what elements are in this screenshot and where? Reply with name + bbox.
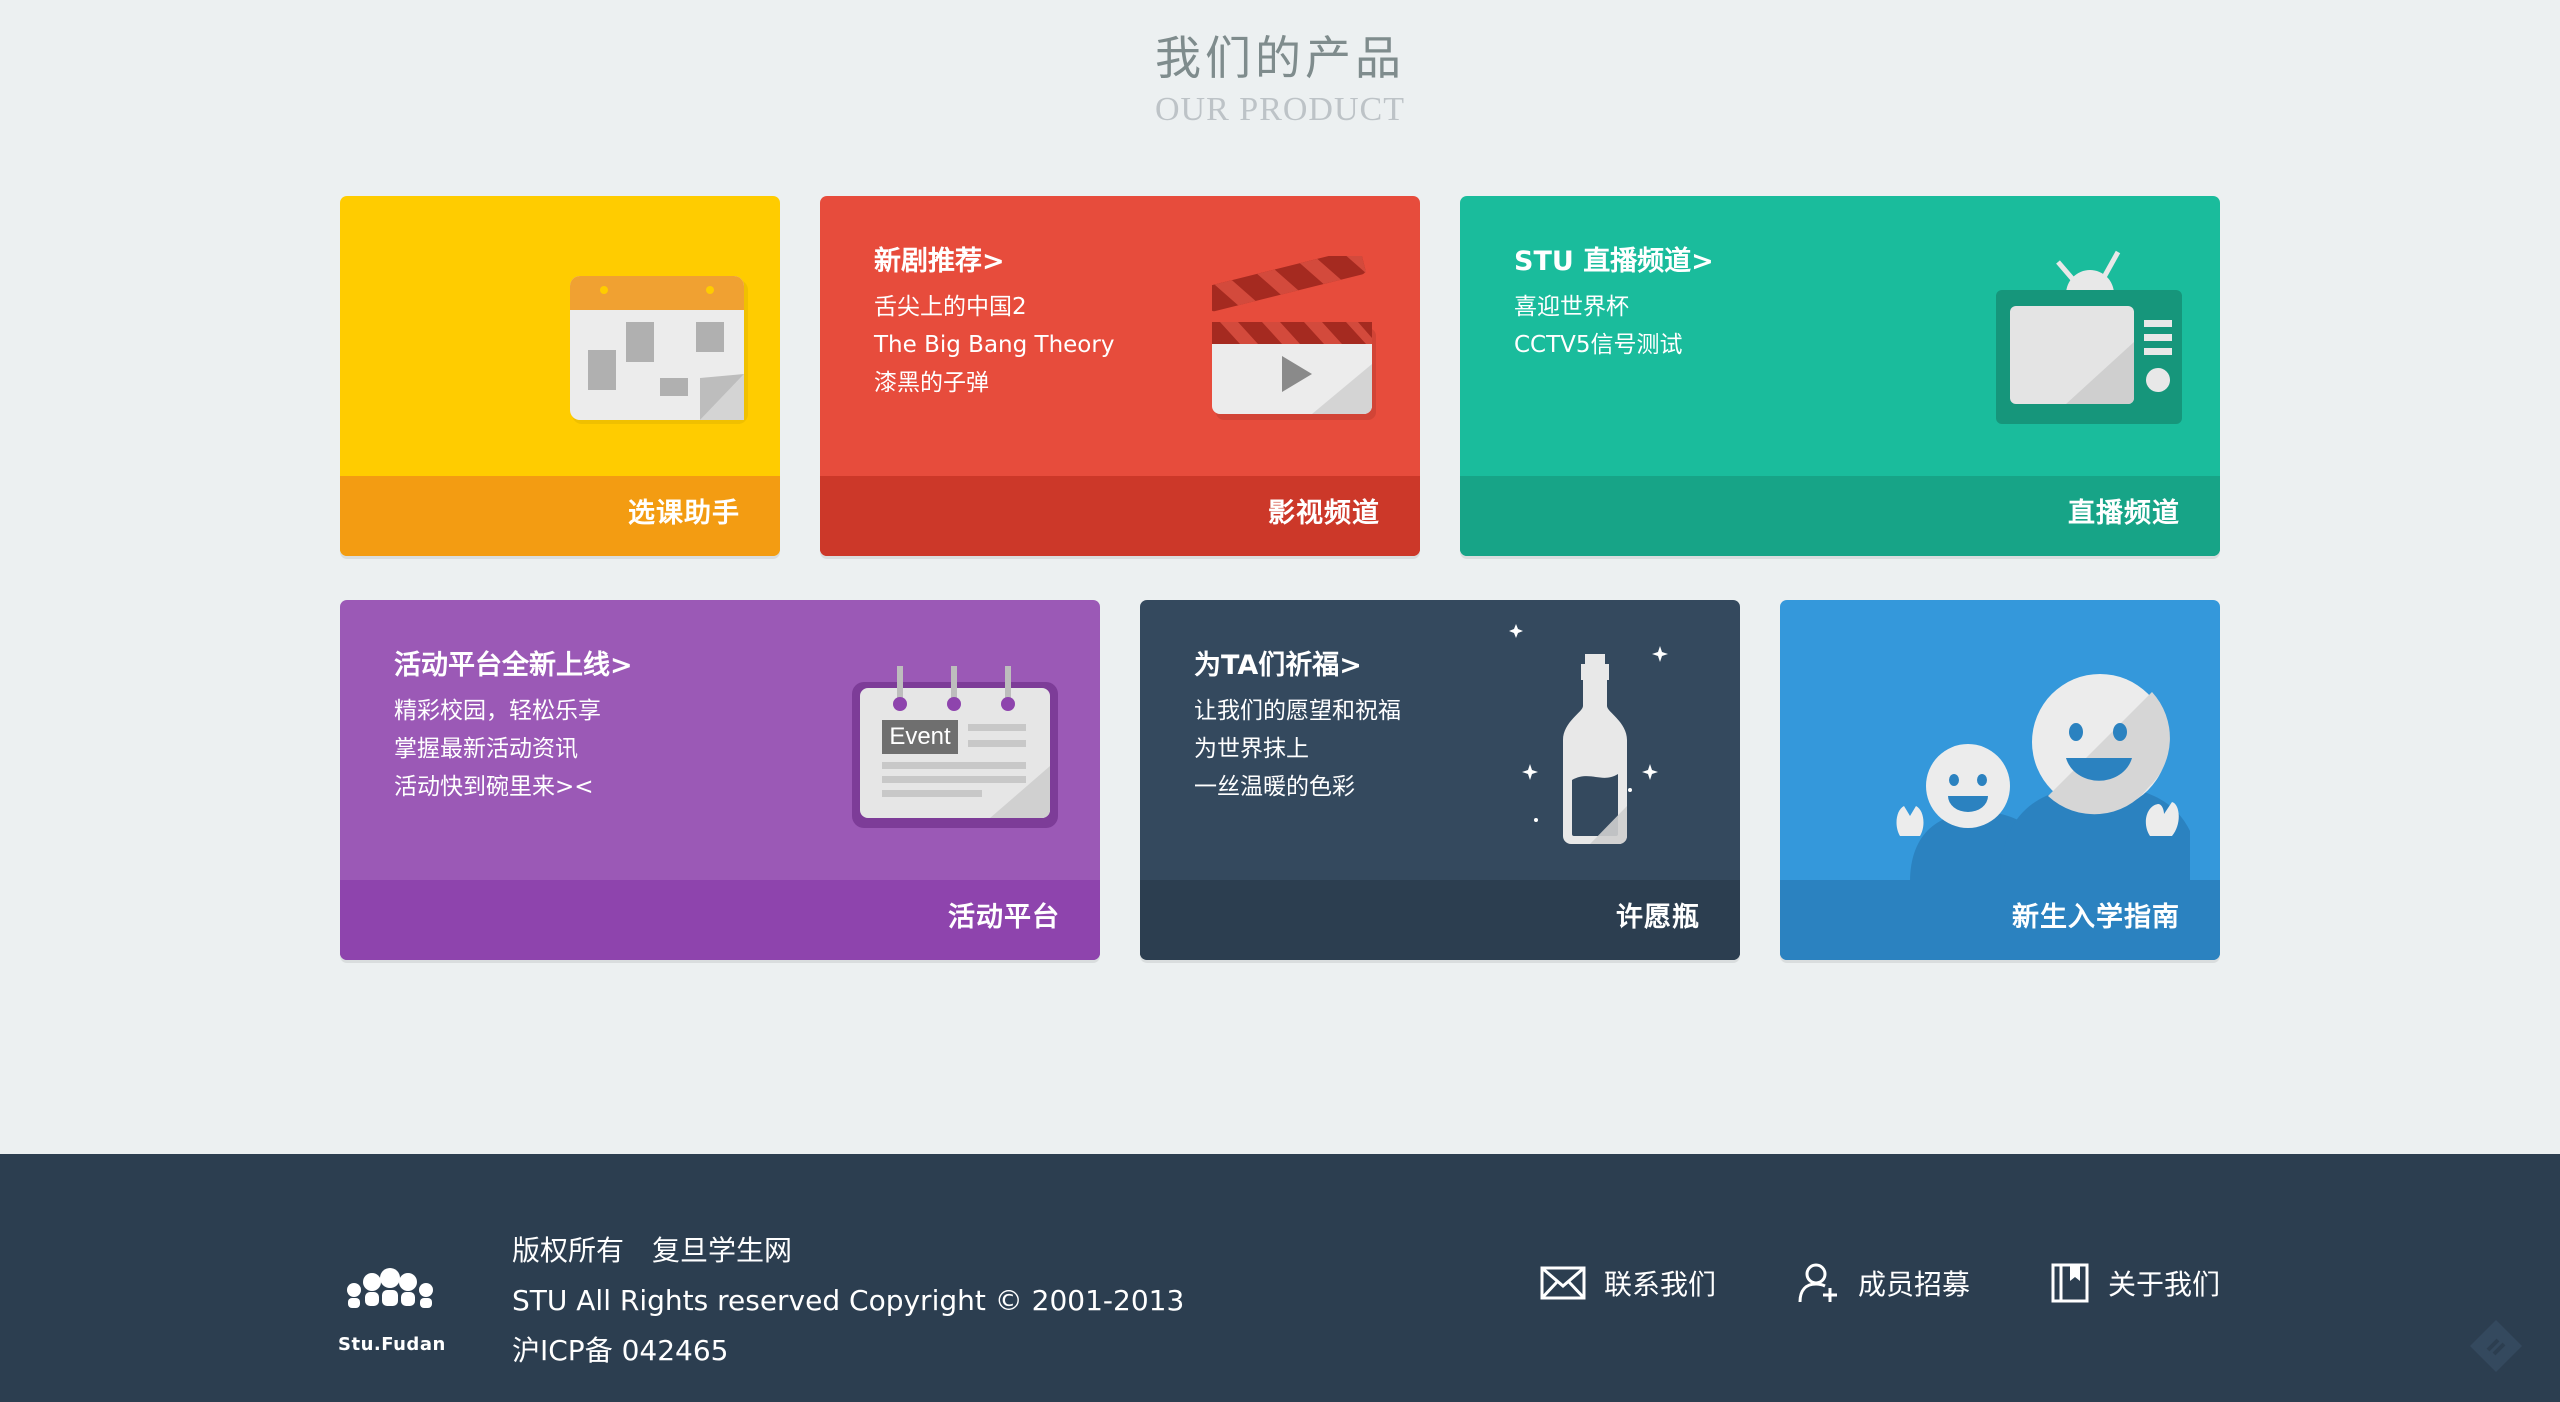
icp-line: 沪ICP备 042465 — [512, 1334, 729, 1367]
wish-bottle-card[interactable]: 为TA们祈福> 让我们的愿望和祝福 为世界抹上 一丝温暖的色彩 许愿瓶 — [1140, 600, 1740, 960]
stu-fudan-logo: Stu.Fudan — [338, 1264, 446, 1355]
bottle-icon — [1509, 624, 1668, 844]
copyright-block: 版权所有 复旦学生网 STU All Rights reserved Copyr… — [512, 1226, 1184, 1376]
card-line[interactable]: 精彩校园，轻松乐享 — [394, 692, 633, 730]
card-line[interactable]: 喜迎世界杯 — [1514, 288, 1714, 326]
card-title[interactable]: 活动平台全新上线> — [394, 644, 633, 688]
site-footer: Stu.Fudan 版权所有 复旦学生网 STU All Rights rese… — [0, 1154, 2560, 1402]
card-body: 为TA们祈福> 让我们的愿望和祝福 为世界抹上 一丝温暖的色彩 — [1140, 600, 1740, 880]
card-footer-label: 直播频道 — [2068, 498, 2180, 529]
card-footer: 活动平台 — [340, 880, 1100, 960]
recruit-link[interactable]: 成员招募 — [1796, 1262, 1970, 1304]
card-text: 新剧推荐> 舌尖上的中国2 The Big Bang Theory 漆黑的子弹 — [874, 240, 1114, 402]
course-assistant-card[interactable]: 选课助手 — [340, 196, 780, 556]
card-footer: 影视频道 — [820, 476, 1420, 556]
card-line[interactable]: 为世界抹上 — [1194, 730, 1401, 768]
calendar-icon — [570, 276, 748, 424]
book-icon — [2051, 1263, 2089, 1303]
card-line[interactable]: 漆黑的子弹 — [874, 364, 1114, 402]
card-line[interactable]: 让我们的愿望和祝福 — [1194, 692, 1401, 730]
link-label: 成员招募 — [1857, 1268, 1970, 1301]
smiley-people-icon — [1896, 674, 2190, 882]
copyright-line: 版权所有 复旦学生网 — [512, 1234, 793, 1267]
card-title[interactable]: 为TA们祈福> — [1194, 644, 1401, 688]
card-line[interactable]: 活动快到碗里来>< — [394, 768, 633, 806]
link-label: 关于我们 — [2107, 1268, 2220, 1301]
tv-icon — [1996, 250, 2182, 424]
logo-text: Stu.Fudan — [338, 1334, 446, 1355]
card-text: 活动平台全新上线> 精彩校园，轻松乐享 掌握最新活动资讯 活动快到碗里来>< — [394, 644, 633, 806]
section-heading: 我们的产品 OUR PRODUCT — [0, 28, 2560, 130]
card-line[interactable]: CCTV5信号测试 — [1514, 326, 1714, 364]
card-footer: 新生入学指南 — [1780, 880, 2220, 960]
card-body: 活动平台全新上线> 精彩校园，轻松乐享 掌握最新活动资讯 活动快到碗里来>< E… — [340, 600, 1100, 880]
card-text: STU 直播频道> 喜迎世界杯 CCTV5信号测试 — [1514, 240, 1714, 364]
card-title[interactable]: STU 直播频道> — [1514, 240, 1714, 284]
event-badge: Event — [889, 723, 951, 750]
section-subtitle: OUR PRODUCT — [1155, 91, 1405, 128]
card-footer: 选课助手 — [340, 476, 780, 556]
activity-platform-card[interactable]: 活动平台全新上线> 精彩校园，轻松乐享 掌握最新活动资讯 活动快到碗里来>< E… — [340, 600, 1100, 960]
footer-links: 联系我们 成员招募 关于我们 — [1540, 1262, 2220, 1304]
mail-icon — [1540, 1266, 1586, 1300]
card-title[interactable]: 新剧推荐> — [874, 240, 1114, 284]
add-user-icon — [1798, 1263, 1837, 1303]
card-footer-label: 影视频道 — [1268, 498, 1380, 529]
card-footer-label: 活动平台 — [948, 902, 1060, 933]
card-line[interactable]: 舌尖上的中国2 — [874, 288, 1114, 326]
feedback-icon[interactable] — [2466, 1316, 2526, 1376]
card-footer-label: 新生入学指南 — [2012, 902, 2180, 933]
card-footer-label: 许愿瓶 — [1616, 902, 1700, 933]
card-body: STU 直播频道> 喜迎世界杯 CCTV5信号测试 — [1460, 196, 2220, 476]
video-channel-card[interactable]: 新剧推荐> 舌尖上的中国2 The Big Bang Theory 漆黑的子弹 … — [820, 196, 1420, 556]
card-body — [340, 196, 780, 476]
card-body — [1780, 600, 2220, 882]
card-line[interactable]: The Big Bang Theory — [874, 326, 1114, 364]
link-label: 联系我们 — [1603, 1268, 1716, 1301]
card-body: 新剧推荐> 舌尖上的中国2 The Big Bang Theory 漆黑的子弹 — [820, 196, 1420, 476]
contact-us-link[interactable]: 联系我们 — [1540, 1262, 1716, 1304]
card-line[interactable]: 一丝温暖的色彩 — [1194, 768, 1401, 806]
card-footer-label: 选课助手 — [628, 498, 740, 529]
event-calendar-icon: Event — [850, 662, 1060, 832]
card-footer: 许愿瓶 — [1140, 880, 1740, 960]
clapperboard-icon — [1212, 256, 1376, 420]
copyright-line: STU All Rights reserved Copyright © 2001… — [512, 1284, 1185, 1317]
section-title: 我们的产品 — [1155, 31, 1405, 85]
live-channel-card[interactable]: STU 直播频道> 喜迎世界杯 CCTV5信号测试 直播频道 — [1460, 196, 2220, 556]
card-footer: 直播频道 — [1460, 476, 2220, 556]
card-line[interactable]: 掌握最新活动资讯 — [394, 730, 633, 768]
freshman-guide-card[interactable]: 新生入学指南 — [1780, 600, 2220, 960]
card-text: 为TA们祈福> 让我们的愿望和祝福 为世界抹上 一丝温暖的色彩 — [1194, 644, 1401, 806]
about-us-link[interactable]: 关于我们 — [2050, 1262, 2220, 1304]
